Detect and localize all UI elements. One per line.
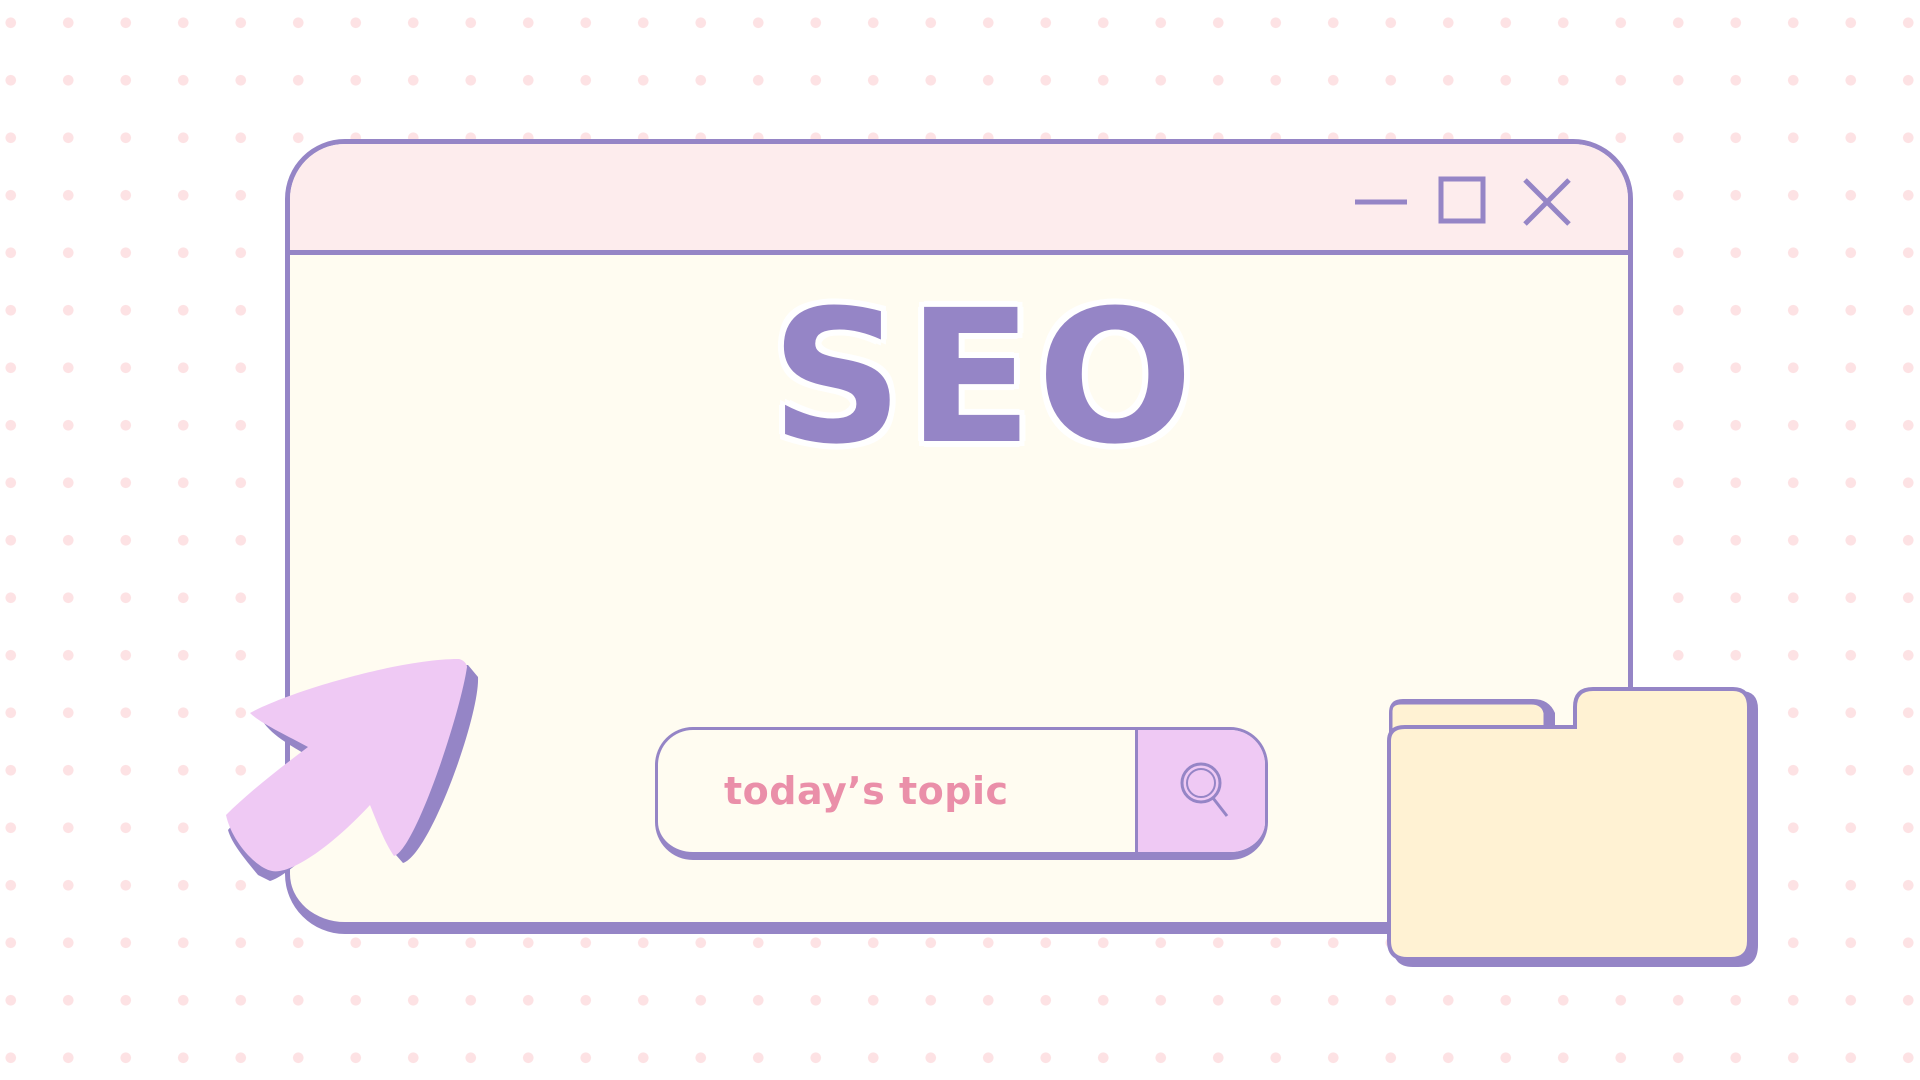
title-bar <box>290 144 1628 255</box>
close-icon <box>1523 178 1571 226</box>
minimize-button[interactable] <box>1353 174 1409 230</box>
maximize-icon <box>1438 176 1486 224</box>
cursor-arrow-icon <box>210 635 490 895</box>
search-icon <box>1180 762 1229 817</box>
minimize-icon <box>1355 199 1407 205</box>
search-button[interactable] <box>1135 730 1265 852</box>
canvas: SEO today’s topic <box>0 0 1920 1080</box>
search-bar: today’s topic <box>655 727 1268 860</box>
maximize-button[interactable] <box>1436 174 1492 230</box>
close-button[interactable] <box>1517 174 1573 230</box>
folder-icon <box>1383 683 1763 973</box>
search-input[interactable]: today’s topic <box>658 730 1135 852</box>
page-title: SEO <box>770 271 1198 485</box>
